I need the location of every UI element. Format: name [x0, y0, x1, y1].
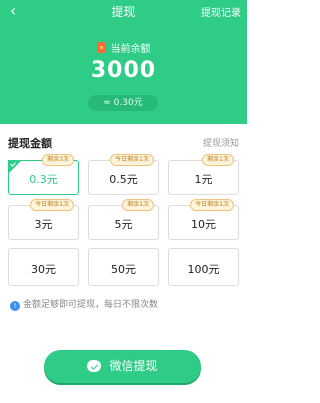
red-packet-icon [96, 42, 106, 53]
option-badge: 今日剩余1次 [110, 154, 154, 166]
withdraw-button-label: 微信提现 [109, 359, 158, 373]
option-amount: 5元 [114, 218, 133, 231]
amount-option-1[interactable]: 今日剩余1次 0.5元 [88, 154, 159, 195]
option-amount: 1元 [194, 173, 213, 186]
option-badge: 剩余1次 [122, 199, 154, 211]
withdraw-records-link[interactable]: 提现记录 [201, 4, 241, 19]
amount-option-8[interactable]: 100元 [168, 248, 239, 286]
amount-option-4[interactable]: 剩余1次 5元 [88, 199, 159, 240]
withdraw-amount-title: 提现金额 [8, 137, 52, 150]
option-amount: 3元 [34, 218, 53, 231]
option-amount: 0.5元 [109, 173, 138, 186]
option-badge: 剩余1次 [202, 154, 234, 166]
hint-row: ! 金额足够即可提现，每日不限次数 [10, 297, 158, 311]
option-amount: 10元 [191, 218, 216, 231]
info-icon: ! [10, 301, 20, 311]
option-amount: 100元 [187, 263, 220, 276]
amount-option-6[interactable]: 30元 [8, 248, 79, 286]
amount-option-0[interactable]: 剩余3次 0.3元 [8, 154, 79, 195]
amount-option-7[interactable]: 50元 [88, 248, 159, 286]
header-banner: ‹ 提现 提现记录 当前余额 3000 ≈ 0.30元 [0, 0, 247, 124]
amount-option-2[interactable]: 剩余1次 1元 [168, 154, 239, 195]
balance-approx: ≈ 0.30元 [88, 95, 158, 111]
balance-label-row: 当前余额 [0, 40, 247, 55]
option-amount: 30元 [31, 263, 56, 276]
nav-bar: ‹ 提现 提现记录 [0, 0, 247, 22]
balance-value: 3000 [90, 58, 157, 83]
option-badge: 剩余3次 [42, 154, 74, 166]
option-badge: 今日剩余1次 [30, 199, 74, 211]
amount-option-5[interactable]: 今日剩余1次 10元 [168, 199, 239, 240]
option-badge: 今日剩余1次 [190, 199, 234, 211]
option-amount: 0.3元 [29, 173, 58, 186]
hint-text: 金额足够即可提现，每日不限次数 [23, 300, 159, 310]
wechat-withdraw-button[interactable]: 微信提现 [44, 350, 201, 383]
balance-label: 当前余额 [110, 44, 151, 55]
withdraw-notice-link[interactable]: 提现须知 [203, 136, 239, 149]
option-amount: 50元 [111, 263, 136, 276]
wechat-icon [87, 360, 102, 372]
amount-option-3[interactable]: 今日剩余1次 3元 [8, 199, 79, 240]
